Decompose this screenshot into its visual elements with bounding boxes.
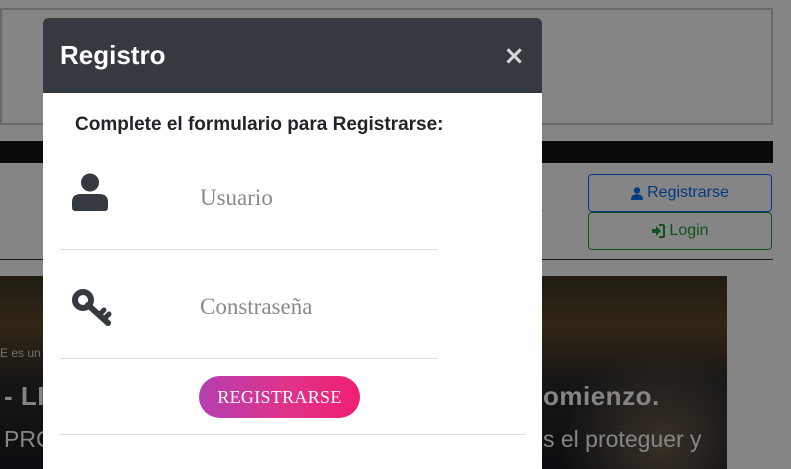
username-row (60, 158, 438, 250)
modal-title: Registro (60, 40, 166, 70)
password-row (60, 267, 438, 359)
username-input[interactable] (200, 178, 430, 218)
register-submit-button[interactable]: REGISTRARSE (199, 376, 360, 418)
password-input[interactable] (200, 287, 430, 327)
modal-divider (60, 434, 526, 435)
user-icon (72, 173, 108, 211)
register-modal: Registro × Complete el formulario para R… (43, 18, 542, 469)
form-heading: Complete el formulario para Registrarse: (75, 114, 444, 135)
modal-header: Registro × (43, 18, 542, 93)
close-button[interactable]: × (503, 43, 525, 69)
key-icon (72, 289, 112, 326)
